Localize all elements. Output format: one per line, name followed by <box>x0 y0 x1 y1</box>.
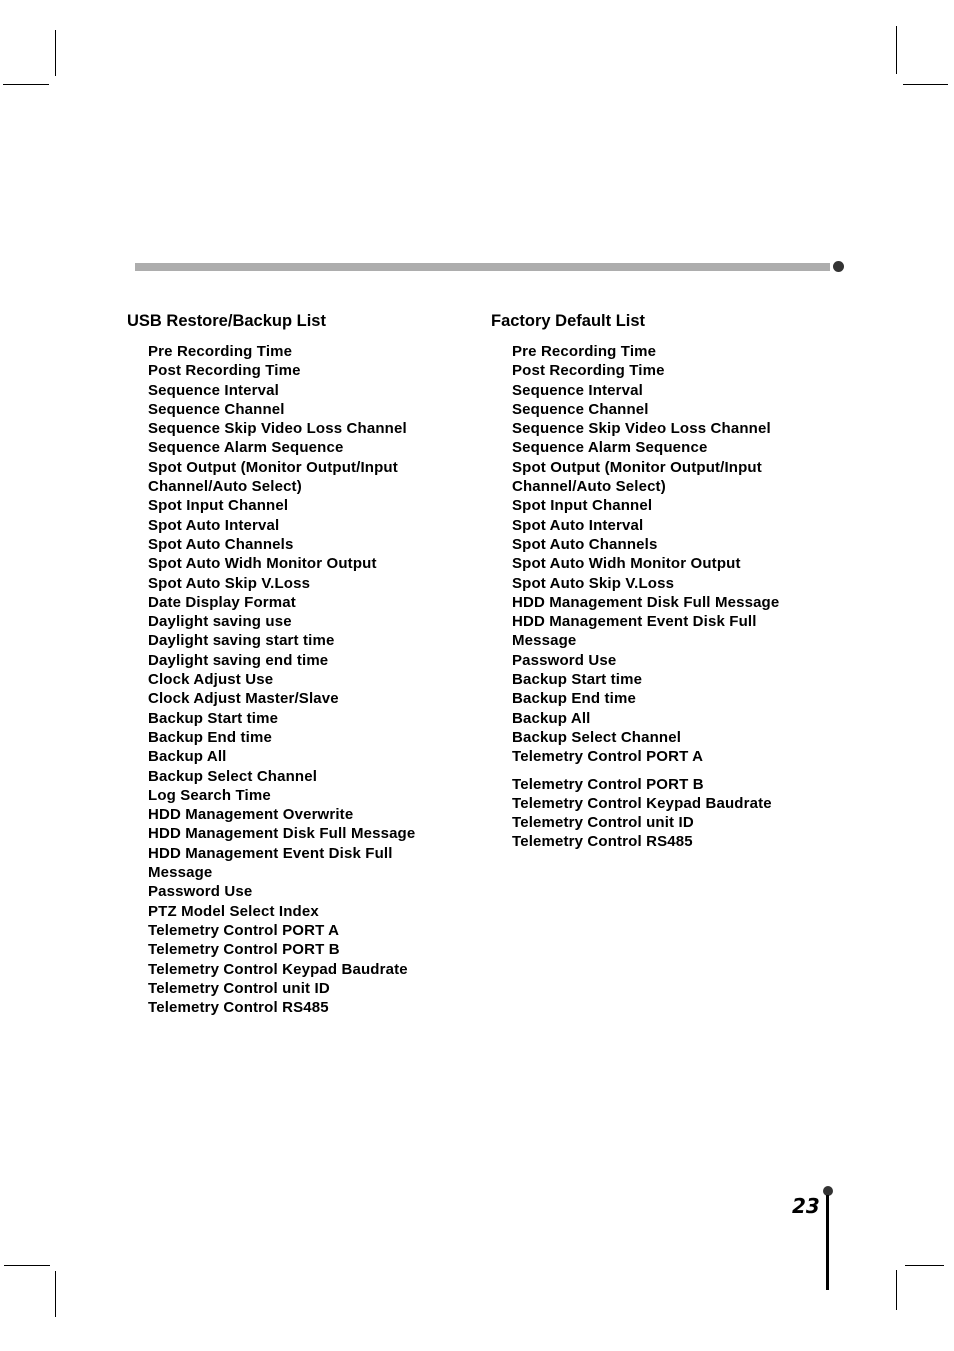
crop-mark-bottom-right-horizontal <box>905 1265 944 1266</box>
list-item: Backup End time <box>148 728 272 746</box>
list-item: Spot Auto Widh Monitor Output <box>512 555 741 573</box>
list-item: Spot Output (Monitor Output/Input <box>148 458 398 476</box>
list-item: Backup Start time <box>148 709 279 727</box>
list-item: Telemetry Control Keypad Baudrate <box>148 960 408 978</box>
list-item: Backup Select Channel <box>512 728 682 746</box>
crop-mark-bottom-left-vertical <box>55 1271 56 1317</box>
list-item: Spot Auto Skip V.Loss <box>148 574 311 592</box>
list-item: Backup Select Channel <box>148 767 318 785</box>
header-rule <box>135 263 830 271</box>
list-item: Pre Recording Time <box>148 343 293 360</box>
list-item: Backup End time <box>512 690 636 708</box>
list-item: Post Recording Time <box>512 362 665 380</box>
list-item: Message <box>512 632 577 650</box>
usb-restore-backup-section: USB Restore/Backup List Pre Recording Ti… <box>127 310 415 1017</box>
list-item: HDD Management Disk Full Message <box>148 825 416 843</box>
list-item: Telemetry Control PORT B <box>512 775 704 793</box>
list-item: Sequence Skip Video Loss Channel <box>148 420 407 438</box>
list-item: Post Recording Time <box>148 362 301 380</box>
list-item: Sequence Skip Video Loss Channel <box>512 420 771 438</box>
list-item: Spot Input Channel <box>512 497 653 515</box>
list-item: HDD Management Overwrite <box>148 806 354 824</box>
list-item: Telemetry Control unit ID <box>148 979 330 997</box>
crop-mark-bottom-right-vertical <box>896 1270 897 1310</box>
list-item: HDD Management Disk Full Message <box>512 593 780 611</box>
list-item: Spot Auto Interval <box>512 516 644 534</box>
usb-restore-backup-list: Pre Recording Time Post Recording Time Seq… <box>127 342 415 1017</box>
list-item: Sequence Channel <box>512 400 649 418</box>
crop-mark-bottom-left-horizontal <box>4 1265 50 1266</box>
list-item: Spot Auto Channels <box>512 535 658 553</box>
list-item: Spot Auto Interval <box>148 516 280 534</box>
header-rule-dot <box>833 261 844 272</box>
list-item: Pre Recording Time <box>512 343 657 360</box>
list-item: Spot Output (Monitor Output/Input <box>512 458 762 476</box>
list-item: HDD Management Event Disk Full <box>148 844 393 862</box>
list-item: Sequence Channel <box>148 400 285 418</box>
page-number-rule <box>826 1195 829 1290</box>
list-item: Daylight saving use <box>148 613 292 631</box>
list-item: Date Display Format <box>148 593 296 611</box>
list-item: Sequence Alarm Sequence <box>148 439 344 457</box>
crop-mark-top-left-vertical <box>55 30 56 76</box>
list-item: Telemetry Control Keypad Baudrate <box>512 794 772 812</box>
list-item: Telemetry Control PORT A <box>148 921 340 939</box>
list-item: Telemetry Control PORT A <box>512 748 704 766</box>
list-item: Telemetry Control PORT B <box>148 941 340 959</box>
list-item: Sequence Interval <box>148 381 279 399</box>
page-number: 23 <box>792 1194 820 1218</box>
list-item: Channel/Auto Select) <box>148 478 302 496</box>
list-item: Sequence Alarm Sequence <box>512 439 708 457</box>
section-title: USB Restore/Backup List <box>127 312 326 330</box>
list-item: Spot Input Channel <box>148 497 289 515</box>
list-item: Clock Adjust Master/Slave <box>148 690 339 708</box>
factory-default-section: Factory Default List Pre Recording Time P… <box>491 310 779 852</box>
list-item: Sequence Interval <box>512 381 643 399</box>
list-item: Log Search Time <box>148 786 271 804</box>
list-item: Backup All <box>148 748 227 766</box>
list-item: Channel/Auto Select) <box>512 478 666 496</box>
factory-default-list: Pre Recording Time Post Recording Time Seq… <box>491 342 779 852</box>
list-item: PTZ Model Select Index <box>148 902 319 920</box>
list-item: Daylight saving end time <box>148 651 329 669</box>
list-item: Backup Start time <box>512 671 643 689</box>
list-item: Telemetry Control RS485 <box>512 833 693 851</box>
list-item: Telemetry Control RS485 <box>148 999 329 1017</box>
section-title: Factory Default List <box>491 312 646 330</box>
list-item: Telemetry Control unit ID <box>512 814 694 832</box>
list-item: Clock Adjust Use <box>148 671 274 689</box>
crop-mark-top-right-horizontal <box>903 84 948 85</box>
list-item: Spot Auto Skip V.Loss <box>512 574 675 592</box>
list-item: Backup All <box>512 709 591 727</box>
crop-mark-top-left-horizontal <box>3 84 49 85</box>
list-item: Daylight saving start time <box>148 632 335 650</box>
list-item: Spot Auto Channels <box>148 535 294 553</box>
list-item: HDD Management Event Disk Full <box>512 613 757 631</box>
list-item: Message <box>148 864 213 882</box>
list-item: Password Use <box>148 883 253 901</box>
list-item: Password Use <box>512 651 617 669</box>
crop-mark-top-right-vertical <box>896 26 897 74</box>
list-item: Spot Auto Widh Monitor Output <box>148 555 377 573</box>
